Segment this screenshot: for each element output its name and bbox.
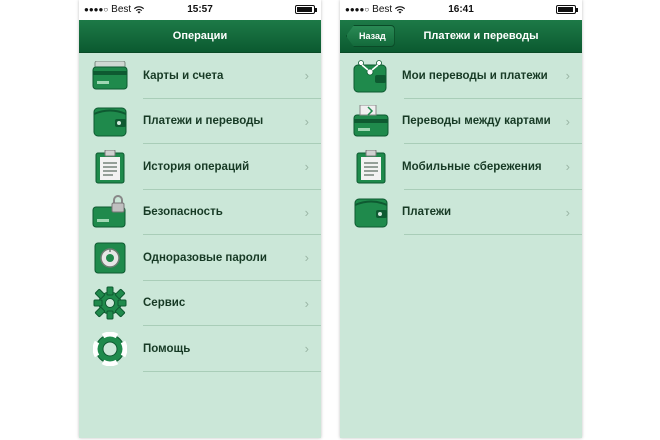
menu-item-security[interactable]: Безопасность › — [79, 190, 321, 235]
clipboard-icon — [91, 148, 129, 186]
chevron-right-icon: › — [565, 113, 570, 129]
battery-icon — [295, 5, 317, 14]
phone-screen-operations: ●●●●○ Best 15:57 Операции Карты и счета … — [79, 0, 321, 438]
menu-item-label: Одноразовые пароли — [143, 251, 267, 264]
chevron-right-icon: › — [304, 68, 309, 83]
divider — [404, 234, 582, 235]
menu-item-label: Платежи и переводы — [143, 115, 264, 128]
card-lock-icon — [91, 193, 129, 231]
menu-item-label: Мобильные сбережения — [402, 160, 542, 173]
menu-list: Мои переводы и платежи › Переводы между … — [340, 53, 582, 235]
status-bar: ●●●●○ Best 15:57 — [79, 0, 321, 20]
clipboard-icon — [352, 148, 390, 186]
chevron-right-icon: › — [304, 159, 309, 174]
chevron-right-icon: › — [304, 250, 309, 265]
status-time: 16:41 — [448, 4, 474, 15]
menu-item-label: Мои переводы и платежи — [402, 69, 548, 82]
menu-item-label: Сервис — [143, 297, 186, 310]
card-transfer-icon — [352, 102, 390, 140]
menu-item-payments[interactable]: Платежи и переводы › — [79, 99, 321, 144]
chevron-right-icon: › — [565, 159, 570, 174]
menu-item-label: Платежи — [402, 206, 452, 219]
status-time: 15:57 — [187, 4, 213, 15]
nav-bar: Операции — [79, 20, 321, 53]
menu-item-help[interactable]: Помощь › — [79, 326, 321, 372]
menu-item-service[interactable]: Сервис › — [79, 281, 321, 326]
status-bar: ●●●●○ Best 16:41 — [340, 0, 582, 20]
menu-item-label: Помощь — [143, 342, 191, 355]
menu-item-card-transfers[interactable]: Переводы между картами › — [340, 99, 582, 144]
back-button[interactable]: Назад — [346, 25, 395, 47]
chevron-right-icon: › — [304, 295, 309, 311]
lifebuoy-icon — [91, 330, 129, 368]
menu-item-payments[interactable]: Платежи › — [340, 190, 582, 235]
menu-item-cards[interactable]: Карты и счета › — [79, 53, 321, 99]
nav-title: Платежи и переводы — [423, 30, 539, 42]
gear-icon — [91, 284, 129, 322]
menu-item-label: Безопасность — [143, 206, 223, 219]
cards-icon — [91, 57, 129, 95]
menu-item-label: Карты и счета — [143, 69, 224, 82]
chevron-right-icon: › — [304, 204, 309, 220]
divider — [143, 370, 321, 372]
chevron-right-icon: › — [304, 113, 309, 129]
battery-icon — [556, 5, 578, 14]
menu-item-label: История операций — [143, 160, 250, 173]
nav-bar: Назад Платежи и переводы — [340, 20, 582, 53]
chevron-right-icon: › — [565, 204, 570, 220]
menu-item-history[interactable]: История операций › — [79, 144, 321, 190]
chevron-right-icon: › — [565, 68, 570, 83]
menu-item-mobile-savings[interactable]: Мобильные сбережения › — [340, 144, 582, 190]
menu-item-my-transfers[interactable]: Мои переводы и платежи › — [340, 53, 582, 99]
wallet-icon — [91, 102, 129, 140]
nav-title: Операции — [172, 30, 228, 42]
phone-screen-payments: ●●●●○ Best 16:41 Назад Платежи и перевод… — [340, 0, 582, 438]
wallet-icon — [352, 193, 390, 231]
chevron-right-icon: › — [304, 341, 309, 356]
transfer-icon — [352, 57, 390, 95]
menu-item-label: Переводы между картами — [402, 115, 551, 128]
menu-item-otp[interactable]: Одноразовые пароли › — [79, 235, 321, 281]
menu-list: Карты и счета › Платежи и переводы › Ист… — [79, 53, 321, 372]
safe-icon — [91, 239, 129, 277]
